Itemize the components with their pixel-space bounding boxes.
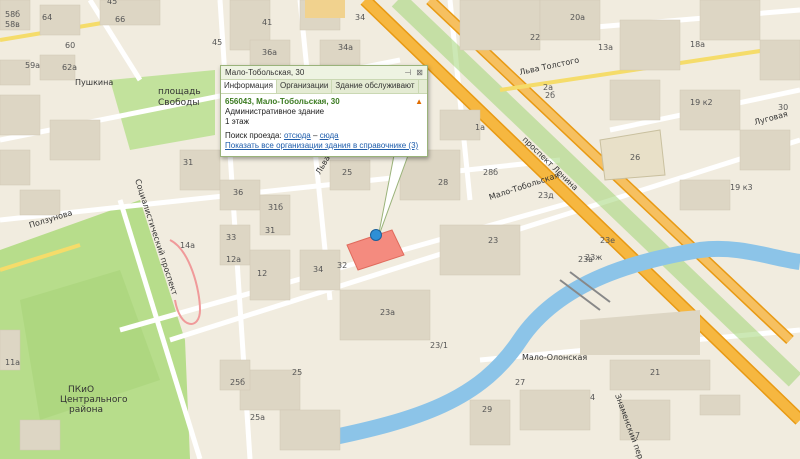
- building-number: 36: [233, 188, 243, 197]
- building-number: 31: [183, 158, 193, 167]
- street-malo-olonskaya: Мало-Олонская: [522, 353, 587, 362]
- building-number: 27: [515, 378, 525, 387]
- building-number: 23в: [578, 255, 593, 264]
- building-number: 34: [313, 265, 323, 274]
- street-pushkina: Пушкина: [75, 78, 113, 87]
- building-number: 28б: [483, 168, 498, 177]
- popup-title: Мало-Тобольская, 30: [225, 68, 305, 77]
- building-number: 2а: [543, 83, 553, 92]
- building-number: 34а: [338, 43, 353, 52]
- building-number: 22: [530, 33, 540, 42]
- building-number: 64: [42, 13, 52, 22]
- building-number: 28: [438, 178, 448, 187]
- route-label: Поиск проезда:: [225, 131, 282, 140]
- building-number: 25б: [230, 378, 245, 387]
- building-number: 14а: [180, 241, 195, 250]
- building-number: 19 к2: [690, 98, 713, 107]
- building-number: 12: [257, 269, 267, 278]
- building-number: 23/1: [430, 341, 448, 350]
- park-label-line2: Центрального: [60, 395, 128, 405]
- square-label-line2: Свободы: [158, 98, 199, 108]
- building-number: 41: [262, 18, 272, 27]
- building-number: 58в: [5, 20, 20, 29]
- building-number: 45: [212, 38, 222, 47]
- route-to-link[interactable]: сюда: [320, 131, 339, 140]
- building-number: 34: [355, 13, 365, 22]
- floors: 1 этаж: [225, 117, 249, 126]
- building-number: 19 к3: [730, 183, 753, 192]
- square-label-line1: площадь: [158, 87, 201, 97]
- building-number: 2б: [545, 91, 555, 100]
- building-number: 11а: [5, 358, 20, 367]
- building-number: 4: [590, 393, 595, 402]
- building-number: 25: [292, 368, 302, 377]
- building-number: 60: [65, 41, 75, 50]
- building-number: 12а: [226, 255, 241, 264]
- building-number: 66: [115, 15, 125, 24]
- building-number: 45: [107, 0, 117, 6]
- popup-dock-icon[interactable]: ⊣: [404, 68, 411, 77]
- route-from-link[interactable]: отсюда: [284, 131, 311, 140]
- building-number: 33: [226, 233, 236, 242]
- building-number: 18а: [690, 40, 705, 49]
- building-number: 23д: [538, 191, 554, 200]
- building-number: 59а: [25, 61, 40, 70]
- building-number: 23е: [600, 236, 615, 245]
- building-number: 25а: [250, 413, 265, 422]
- building-number: 58б: [5, 10, 20, 19]
- building-number: 25: [342, 168, 352, 177]
- building-number: 36а: [262, 48, 277, 57]
- building-number: 23: [488, 236, 498, 245]
- building-number: 29: [482, 405, 492, 414]
- building-number: 31б: [268, 203, 283, 212]
- popup-close-icon[interactable]: ⊠: [416, 68, 423, 77]
- popup-address: 656043, Мало-Тобольская, 30: [225, 97, 340, 106]
- building-number: 21: [650, 368, 660, 377]
- building-type: Административное здание: [225, 107, 325, 116]
- info-popup: Мало-Тобольская, 30 ⊣ ⊠ Информация Орган…: [220, 65, 428, 157]
- route-sep: –: [313, 131, 318, 140]
- building-number: 23а: [380, 308, 395, 317]
- building-number: 32: [337, 261, 347, 270]
- building-number: 1а: [475, 123, 485, 132]
- warning-icon[interactable]: ▲: [415, 97, 423, 107]
- building-number: 26: [630, 153, 640, 162]
- building-number: 13а: [598, 43, 613, 52]
- park-label-line1: ПКиО: [68, 385, 94, 395]
- tab-serving[interactable]: Здание обслуживают: [332, 80, 419, 93]
- building-number: 62а: [62, 63, 77, 72]
- tab-organizations[interactable]: Организации: [277, 80, 333, 93]
- building-number: 31: [265, 226, 275, 235]
- park-label-line3: района: [69, 405, 103, 415]
- location-pin-icon[interactable]: [370, 229, 382, 241]
- tab-info[interactable]: Информация: [221, 80, 277, 93]
- building-number: 20а: [570, 13, 585, 22]
- show-all-orgs-link[interactable]: Показать все организации здания в справо…: [225, 141, 418, 150]
